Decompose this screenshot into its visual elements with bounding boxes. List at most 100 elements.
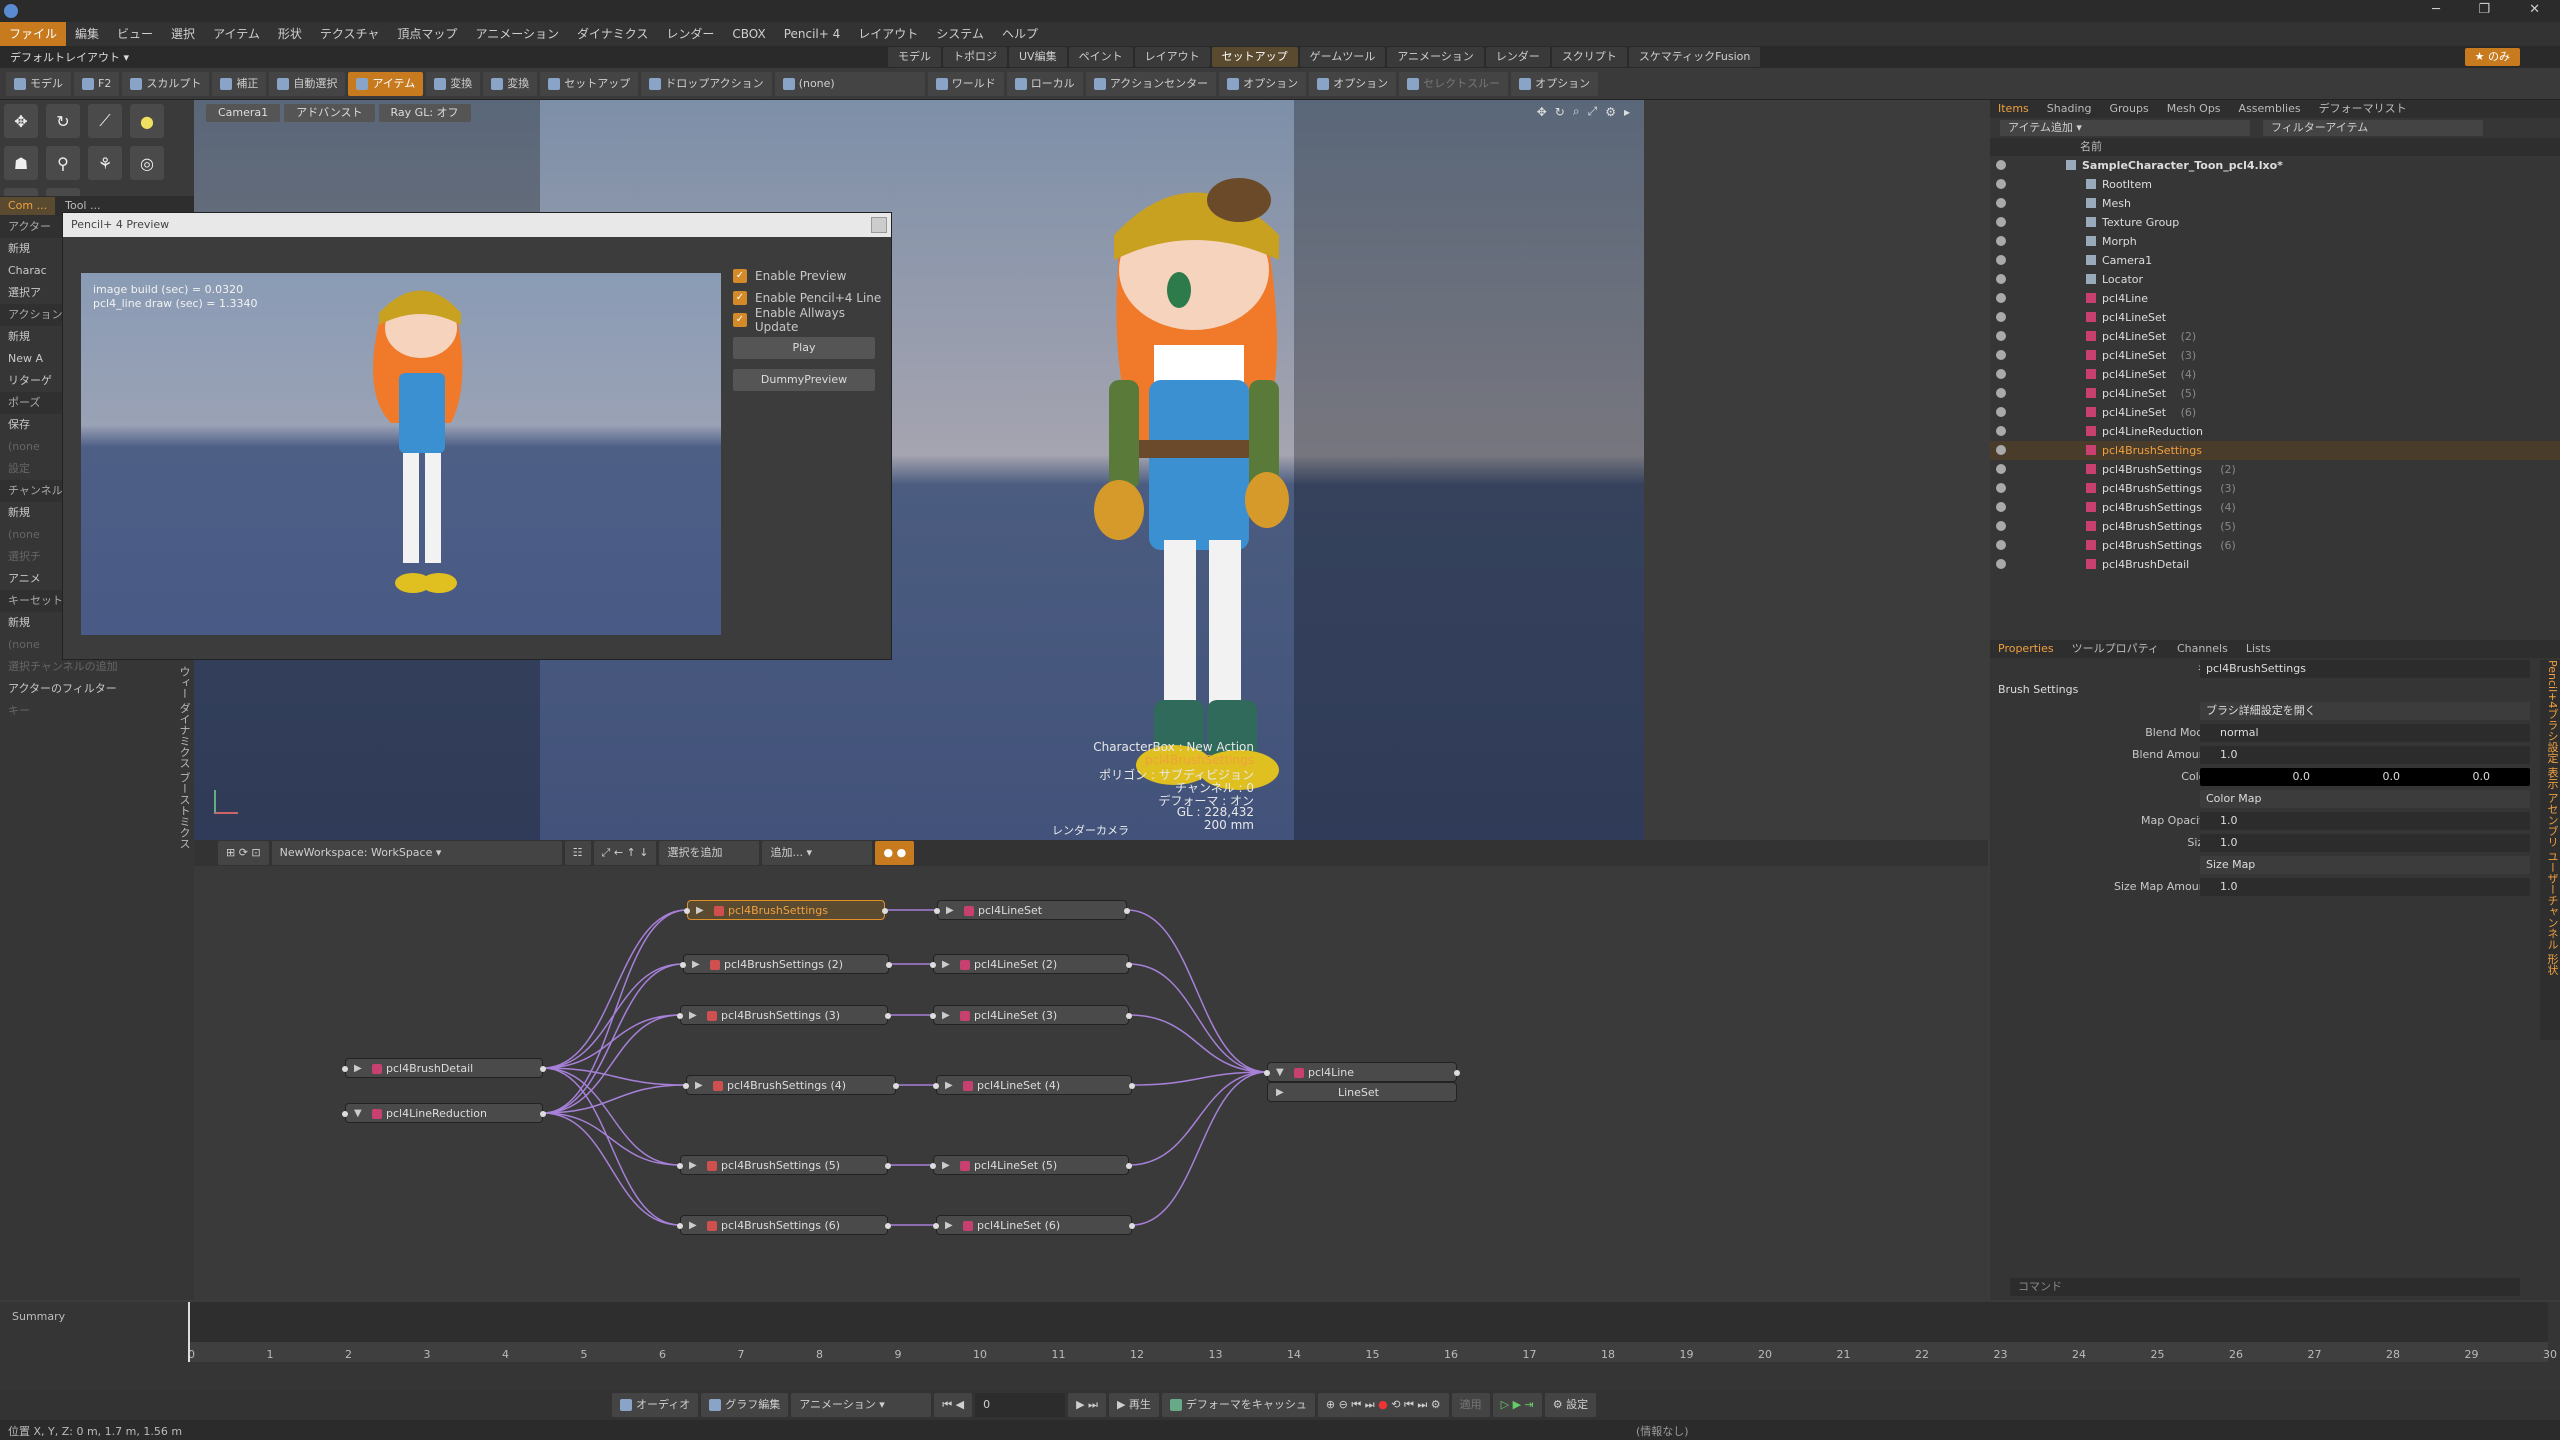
items-tab-2[interactable]: Groups (2101, 100, 2156, 118)
node-expand-icon[interactable]: ▶ (689, 1216, 697, 1236)
node-ls5[interactable]: ▶ pcl4LineSet (5) (930, 1155, 1132, 1175)
node-expand-icon[interactable]: ▼ (1276, 1063, 1284, 1083)
node-output-port[interactable] (1126, 1013, 1132, 1019)
toolbar-item-0[interactable]: モデル (6, 71, 71, 96)
enable-preview-checkbox[interactable]: ✓ (733, 269, 747, 283)
node-ls4[interactable]: ▶ pcl4LineSet (4) (933, 1075, 1135, 1095)
toolbar-item-6[interactable]: 変換 (426, 71, 481, 96)
toolbar-item-3[interactable]: 補正 (212, 71, 267, 96)
size-map-button[interactable]: Size Map (2200, 856, 2530, 874)
visibility-eye-icon[interactable] (1996, 198, 2006, 208)
color-field[interactable]: 0.0 0.0 0.0 (2200, 768, 2530, 786)
visibility-eye-icon[interactable] (1996, 559, 2006, 569)
node-output-port[interactable] (882, 908, 888, 914)
animation-mode-select[interactable]: アニメーション ▾ (791, 1393, 932, 1417)
toolbar-item-11[interactable]: ワールド (927, 71, 1004, 96)
properties-tab-0[interactable]: Properties (1990, 640, 2062, 658)
properties-tab-3[interactable]: Lists (2238, 640, 2279, 658)
node-ls3[interactable]: ▶ pcl4LineSet (3) (930, 1005, 1132, 1025)
tab-com[interactable]: Com ... (0, 197, 56, 215)
node-input-port[interactable] (677, 1013, 683, 1019)
viewport-settings-icon[interactable]: ⚙ (1605, 105, 1616, 119)
character-model[interactable] (949, 140, 1449, 840)
visibility-eye-icon[interactable] (1996, 160, 2006, 170)
node-output-port[interactable] (1126, 1163, 1132, 1169)
size-map-amount-field[interactable]: 1.0 (2200, 878, 2530, 896)
tree-row-3[interactable]: Texture Group (1990, 213, 2560, 232)
minimize-icon[interactable]: ─ (2432, 2, 2440, 17)
color-b-value[interactable]: 0.0 (2400, 768, 2491, 786)
visibility-eye-icon[interactable] (1996, 331, 2006, 341)
node-output-port[interactable] (1129, 1223, 1135, 1229)
node-line-reduction[interactable]: ▼ pcl4LineReduction (342, 1103, 546, 1123)
play-button-transport[interactable]: ▶ 再生 (1108, 1393, 1159, 1417)
node-output-port[interactable] (1129, 1083, 1135, 1089)
layout-tab-0[interactable]: モデル (888, 47, 941, 67)
menu-item-9[interactable]: ダイナミクス (568, 22, 657, 46)
menu-item-13[interactable]: レイアウト (849, 22, 927, 46)
node-bs3[interactable]: ▶ pcl4BrushSettings (3) (677, 1005, 891, 1025)
cache-deformers-button[interactable]: デフォーマをキャッシュ (1161, 1393, 1315, 1417)
tree-row-7[interactable]: pcl4Line (1990, 289, 2560, 308)
node-bs4[interactable]: ▶ pcl4BrushSettings (4) (683, 1075, 899, 1095)
tree-row-15[interactable]: pcl4BrushSettings (1990, 441, 2560, 460)
visibility-eye-icon[interactable] (1996, 255, 2006, 265)
tree-row-19[interactable]: pcl4BrushSettings (5) (1990, 517, 2560, 536)
node-output-port[interactable] (1126, 962, 1132, 968)
node-input-port[interactable] (684, 908, 690, 914)
node-expand-icon[interactable]: ▶ (689, 1156, 697, 1176)
settings-button[interactable]: ⚙ 設定 (1544, 1393, 1597, 1417)
toolbar-item-1[interactable]: F2 (74, 71, 120, 96)
color-r-value[interactable]: 0.0 (2200, 768, 2311, 786)
deformer-tool-icon[interactable]: ◎ (130, 146, 164, 180)
timeline[interactable]: Summary 0 1 2 3 4 5 6 7 8 9 10 11 12 13 14 15 16 17 18 19 20… (0, 1302, 2560, 1390)
tree-row-8[interactable]: pcl4LineSet (1990, 308, 2560, 327)
playback-icons[interactable]: ▷ ▶ ⇥ (1492, 1393, 1542, 1417)
node-input-port[interactable] (1264, 1070, 1270, 1076)
tree-row-6[interactable]: Locator (1990, 270, 2560, 289)
left-row-22[interactable]: キー (0, 700, 194, 722)
filter-item-select[interactable]: フィルターアイテム (2263, 120, 2483, 136)
visibility-eye-icon[interactable] (1996, 388, 2006, 398)
enable-preview-option[interactable]: ✓ Enable Preview (733, 265, 891, 287)
vertical-tab-label[interactable]: ウィー ダイナミクス ブーストミクス (170, 666, 192, 1066)
node-ls1[interactable]: ▶ pcl4LineSet (934, 900, 1130, 920)
enable-line-checkbox[interactable]: ✓ (733, 291, 747, 305)
node-expand-icon[interactable]: ▶ (696, 901, 704, 921)
visibility-eye-icon[interactable] (1996, 407, 2006, 417)
apply-button[interactable]: 適用 (1451, 1393, 1490, 1417)
node-output-port[interactable] (540, 1066, 546, 1072)
tree-row-18[interactable]: pcl4BrushSettings (4) (1990, 498, 2560, 517)
tree-row-21[interactable]: pcl4BrushDetail (1990, 555, 2560, 574)
command-input[interactable]: コマンド (2010, 1278, 2520, 1296)
toolbar-item-15[interactable]: オプション (1309, 71, 1397, 96)
visibility-eye-icon[interactable] (1996, 369, 2006, 379)
visibility-eye-icon[interactable] (1996, 483, 2006, 493)
node-output-port[interactable] (885, 1223, 891, 1229)
tree-row-14[interactable]: pcl4LineReduction (1990, 422, 2560, 441)
properties-tab-2[interactable]: Channels (2169, 640, 2236, 658)
timeline-track[interactable] (188, 1302, 2548, 1342)
color-map-button[interactable]: Color Map (2200, 790, 2530, 808)
color-g-value[interactable]: 0.0 (2310, 768, 2401, 786)
layout-tab-6[interactable]: ゲームツール (1299, 47, 1386, 67)
size-field[interactable]: 1.0 (2200, 834, 2530, 852)
items-tab-0[interactable]: Items (1990, 100, 2037, 118)
layout-tab-5[interactable]: セットアップ (1211, 47, 1298, 67)
menu-item-6[interactable]: テクスチャ (311, 22, 389, 46)
visibility-eye-icon[interactable] (1996, 502, 2006, 512)
node-input-port[interactable] (342, 1111, 348, 1117)
open-detail-button[interactable]: ブラシ詳細設定を開く (2200, 702, 2530, 720)
tree-row-13[interactable]: pcl4LineSet (6) (1990, 403, 2560, 422)
node-expand-icon[interactable]: ▶ (692, 955, 700, 975)
node-expand-icon[interactable]: ▶ (942, 955, 950, 975)
node-output-port[interactable] (893, 1083, 899, 1089)
tree-row-20[interactable]: pcl4BrushSettings (6) (1990, 536, 2560, 555)
node-output-port[interactable] (1124, 908, 1130, 914)
node-input-port[interactable] (930, 1013, 936, 1019)
add-item-select[interactable]: アイテム追加 ▾ (2000, 120, 2250, 136)
toolbar-item-14[interactable]: オプション (1219, 71, 1307, 96)
node-bs2[interactable]: ▶ pcl4BrushSettings (2) (680, 954, 892, 975)
node-input-port[interactable] (677, 1163, 683, 1169)
light-tool-icon[interactable]: ● (130, 104, 164, 138)
